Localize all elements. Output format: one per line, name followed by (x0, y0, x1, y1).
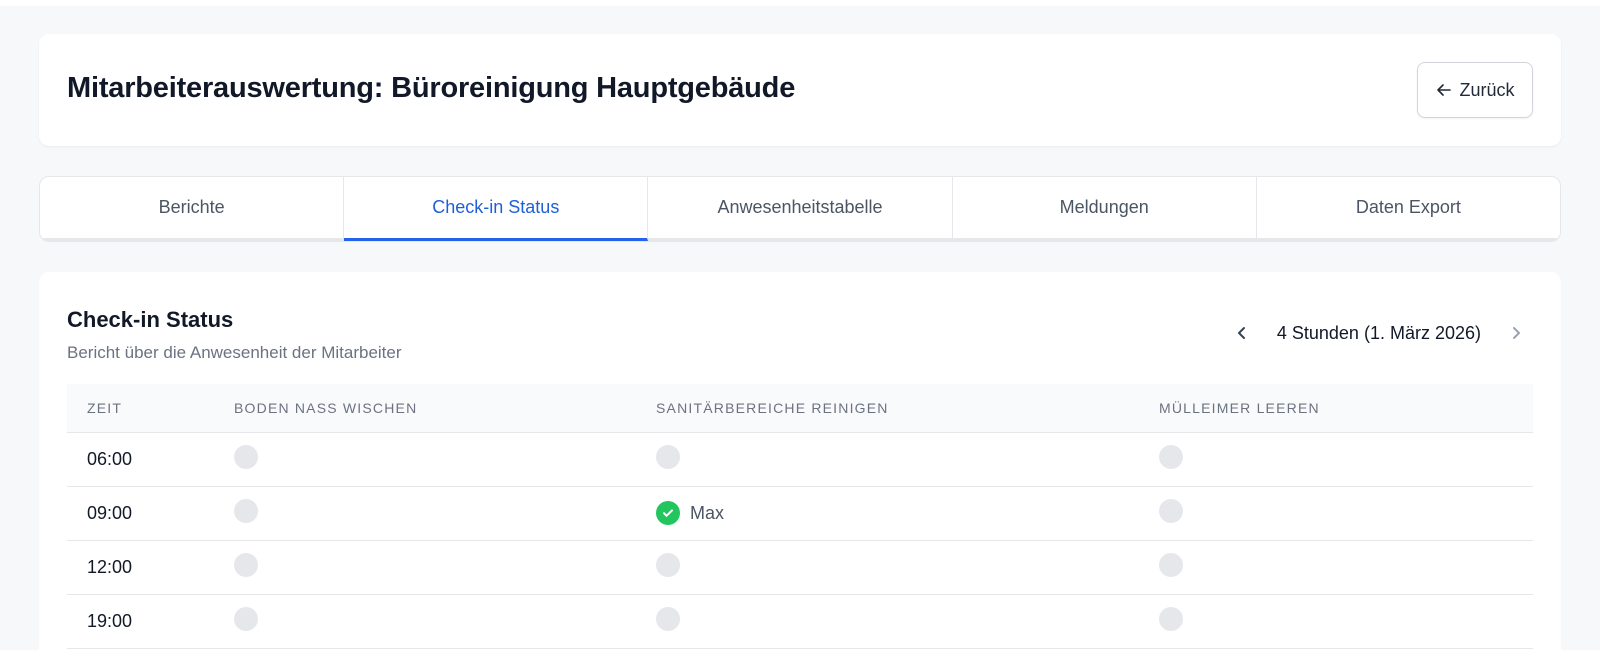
check-circle-icon (656, 501, 680, 525)
status-cell (234, 486, 656, 541)
status-cell-content (656, 552, 680, 577)
period-label: 4 Stunden (1. März 2026) (1276, 322, 1481, 343)
status-cell (656, 540, 1159, 595)
employee-name: Max (690, 502, 725, 523)
page-title: Mitarbeiterauswertung: Büroreinigung Hau… (67, 72, 796, 104)
row-time: 12:00 (67, 540, 234, 595)
row-time: 19:00 (67, 594, 234, 649)
status-cell (1159, 432, 1533, 487)
status-cell (234, 594, 656, 649)
empty-circle-icon (1159, 552, 1183, 577)
tab-berichte[interactable]: Berichte (40, 177, 345, 241)
chevron-left-icon[interactable] (1227, 318, 1257, 348)
status-cell-content (234, 552, 258, 577)
status-cell: Max (656, 486, 1159, 541)
top-strip (0, 0, 1600, 6)
tab-daten-export[interactable]: Daten Export (1256, 177, 1560, 241)
status-cell-content (234, 498, 258, 523)
empty-circle-icon (1159, 444, 1183, 469)
empty-circle-icon (234, 444, 258, 469)
status-cell (234, 540, 656, 595)
status-cell (656, 594, 1159, 649)
column-header-zeit: ZEIT (67, 384, 234, 433)
column-header-sanitaerbereiche-reinigen: SANITÄRBEREICHE REINIGEN (656, 384, 1159, 433)
row-time: 09:00 (67, 486, 234, 541)
row-time: 06:00 (67, 432, 234, 487)
status-cell (234, 432, 656, 487)
status-cell (1159, 594, 1533, 649)
page-header: Mitarbeiterauswertung: Büroreinigung Hau… (39, 34, 1561, 146)
empty-circle-icon (656, 552, 680, 577)
section-title: Check-in Status (67, 307, 234, 332)
check-in-table: ZEIT BODEN NASS WISCHEN SANITÄRBEREICHE … (67, 384, 1533, 649)
arrow-left-icon (1435, 81, 1453, 99)
empty-circle-icon (1159, 498, 1183, 523)
status-cell-content (1159, 552, 1183, 577)
status-cell-content (234, 606, 258, 631)
table-row: 09:00 Max (67, 486, 1533, 541)
status-cell-content (656, 444, 680, 469)
period-navigator: 4 Stunden (1. März 2026) (1227, 318, 1531, 348)
column-header-muelleimer-leeren: MÜLLEIMER LEEREN (1159, 384, 1533, 433)
back-button[interactable]: Zurück (1417, 62, 1533, 118)
tab-anwesenheitstabelle[interactable]: Anwesenheitstabelle (648, 177, 953, 241)
status-cell (656, 432, 1159, 487)
tab-check-in-status[interactable]: Check-in Status (344, 177, 649, 241)
empty-circle-icon (1159, 606, 1183, 631)
status-cell-content (1159, 498, 1183, 523)
table-row: 12:00 (67, 540, 1533, 595)
empty-circle-icon (234, 606, 258, 631)
column-header-boden-nass-wischen: BODEN NASS WISCHEN (234, 384, 656, 433)
status-cell-content (234, 444, 258, 469)
status-cell-content (1159, 444, 1183, 469)
empty-circle-icon (656, 444, 680, 469)
empty-circle-icon (234, 552, 258, 577)
table-row: 19:00 (67, 594, 1533, 649)
section-subtitle: Bericht über die Anwesenheit der Mitarbe… (67, 343, 402, 362)
status-cell (1159, 540, 1533, 595)
status-cell (1159, 486, 1533, 541)
empty-circle-icon (234, 498, 258, 523)
tab-meldungen[interactable]: Meldungen (952, 177, 1257, 241)
chevron-right-icon[interactable] (1501, 318, 1531, 348)
status-cell-content (1159, 606, 1183, 631)
status-cell-content: Max (656, 501, 724, 525)
table-row: 06:00 (67, 432, 1533, 487)
check-in-panel: Check-in Status Bericht über die Anwesen… (39, 272, 1561, 650)
table-header-row: ZEIT BODEN NASS WISCHEN SANITÄRBEREICHE … (67, 384, 1533, 433)
status-cell-content (656, 606, 680, 631)
back-button-label: Zurück (1459, 79, 1515, 100)
tab-bar: Berichte Check-in Status Anwesenheitstab… (39, 176, 1561, 242)
empty-circle-icon (656, 606, 680, 631)
